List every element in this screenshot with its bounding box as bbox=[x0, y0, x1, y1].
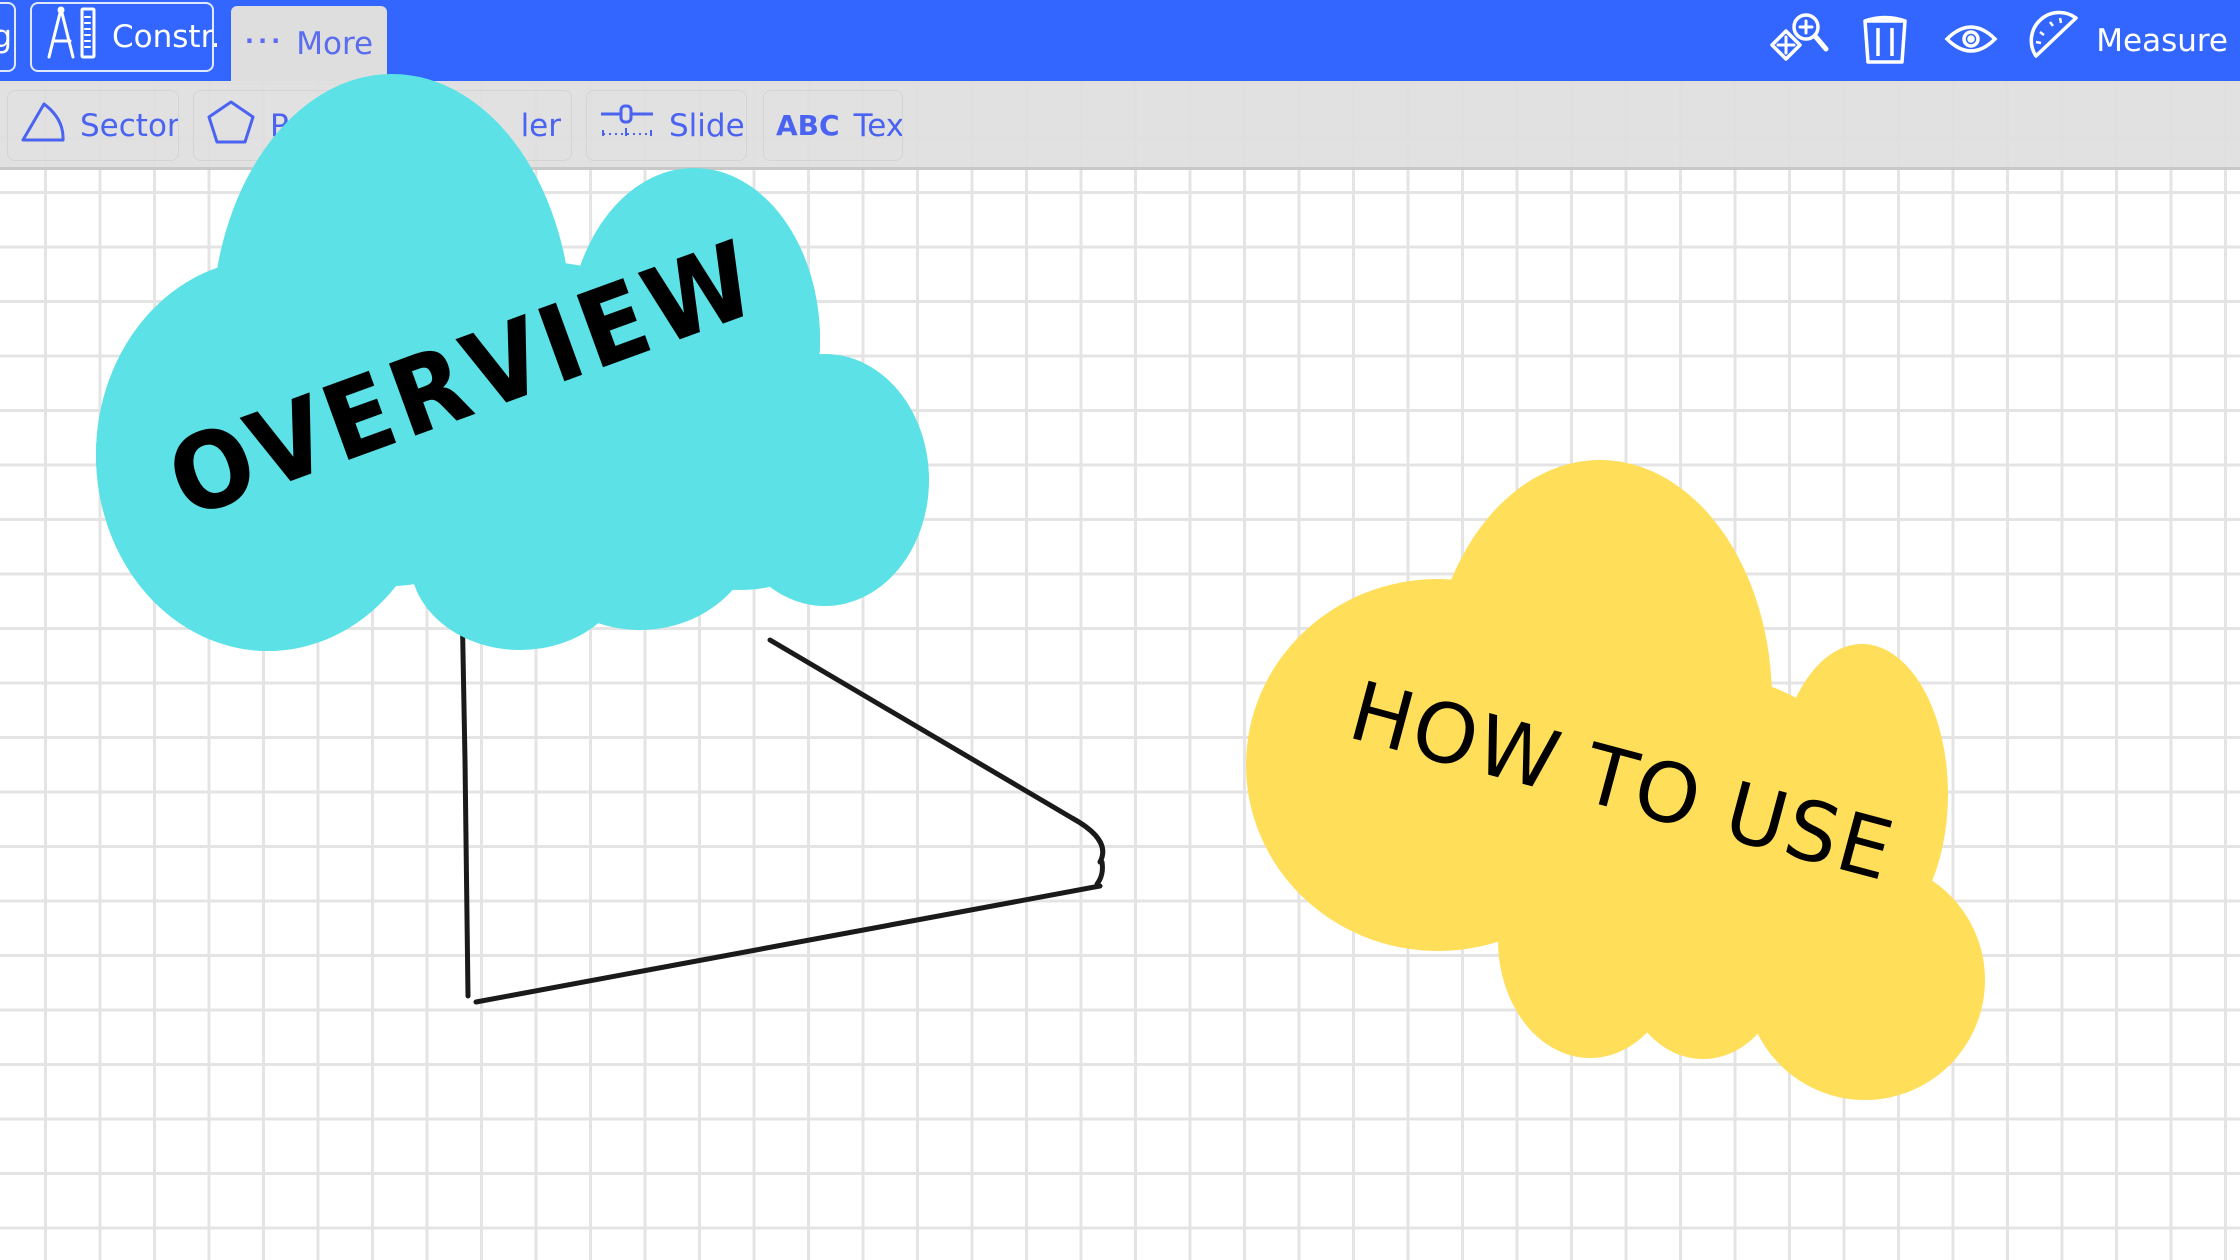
ruler-tool-button[interactable]: ler bbox=[377, 90, 572, 161]
text-tool-label: Text bbox=[853, 107, 903, 144]
more-dots-icon: ··· bbox=[244, 26, 285, 55]
partial-menu-button[interactable]: g bbox=[0, 2, 16, 72]
move-zoom-button[interactable] bbox=[1768, 11, 1830, 71]
construct-menu-label: Constr. bbox=[112, 19, 221, 55]
partial-menu-button-label: g bbox=[0, 19, 12, 55]
slider-tool-button[interactable]: Slider bbox=[586, 90, 747, 161]
sector-tool-button[interactable]: Sector bbox=[7, 90, 179, 161]
drawing-canvas[interactable] bbox=[0, 0, 2240, 1260]
ruler-tool-label: ler bbox=[520, 107, 561, 144]
polygon-icon bbox=[206, 99, 256, 153]
move-zoom-icon bbox=[1768, 11, 1830, 71]
sector-icon bbox=[20, 101, 66, 151]
slider-tool-label: Slider bbox=[669, 107, 746, 144]
slider-icon bbox=[599, 104, 655, 148]
protractor-icon bbox=[2028, 10, 2082, 72]
polygon-tool-button[interactable]: P bbox=[193, 90, 363, 161]
compass-ruler-icon bbox=[44, 5, 102, 69]
header-tools: Measure bbox=[1770, 0, 2228, 81]
construct-menu-button[interactable]: Constr. bbox=[30, 2, 220, 72]
more-tab-label: More bbox=[296, 25, 374, 62]
polygon-tool-label: P bbox=[270, 107, 289, 144]
tool-palette: Sector P ler Slider ABC Text bbox=[0, 81, 2240, 170]
measure-button[interactable]: Measure bbox=[2028, 10, 2228, 72]
visibility-button[interactable] bbox=[1942, 12, 2000, 70]
eye-icon bbox=[1944, 21, 1998, 61]
trash-icon bbox=[1861, 12, 1909, 70]
sector-tool-label: Sector bbox=[80, 107, 179, 144]
text-tool-button[interactable]: ABC Text bbox=[763, 90, 903, 161]
delete-button[interactable] bbox=[1856, 12, 1914, 70]
top-menu-bar: g Constr. ··· More Measure bbox=[0, 0, 2240, 81]
measure-label: Measure bbox=[2096, 22, 2228, 59]
abc-text-icon: ABC bbox=[776, 109, 840, 142]
more-tab[interactable]: ··· More bbox=[231, 6, 387, 81]
